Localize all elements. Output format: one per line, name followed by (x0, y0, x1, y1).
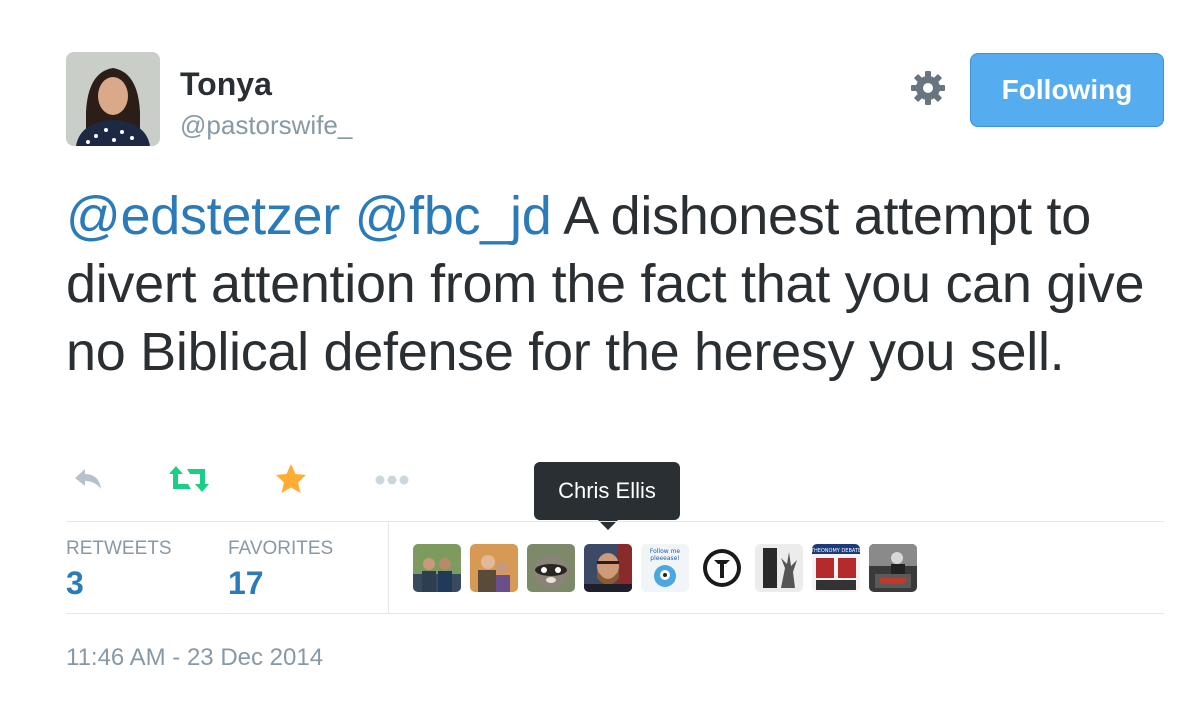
favoriter-avatar[interactable]: Follow me pleeease! (641, 544, 689, 592)
divider (66, 521, 1164, 522)
tweet-timestamp[interactable]: 11:46 AM - 23 Dec 2014 (66, 644, 323, 672)
favoriter-avatar[interactable] (755, 544, 803, 592)
favoriter-avatar[interactable] (527, 544, 575, 592)
favorites-count[interactable]: 17 (228, 565, 264, 602)
retweets-count[interactable]: 3 (66, 565, 84, 602)
svg-text:pleeease!: pleeease! (650, 555, 679, 562)
favoriter-avatar[interactable] (869, 544, 917, 592)
favorite-star-icon[interactable] (274, 462, 308, 501)
following-button[interactable]: Following (970, 53, 1164, 127)
svg-text:THEONOMY DEBATE: THEONOMY DEBATE (812, 548, 860, 554)
retweet-icon[interactable] (168, 462, 210, 501)
user-display-name[interactable]: Tonya (180, 66, 272, 103)
svg-text:Follow me: Follow me (650, 548, 681, 555)
mention-link[interactable]: @edstetzer (66, 186, 340, 246)
mention-link[interactable]: @fbc_jd (355, 186, 552, 246)
reply-icon[interactable] (72, 462, 106, 501)
divider (388, 522, 389, 613)
tweet-text: @edstetzer @fbc_jd A dishonest attempt t… (66, 182, 1156, 386)
profile-avatar[interactable] (66, 52, 160, 146)
retweets-label: RETWEETS (66, 538, 172, 559)
user-handle[interactable]: @pastorswife_ (180, 110, 352, 141)
more-options-icon[interactable] (372, 462, 412, 501)
favorites-label: FAVORITES (228, 538, 334, 559)
favoriter-avatar[interactable] (470, 544, 518, 592)
favoriter-avatar[interactable] (698, 544, 746, 592)
favoriter-avatar[interactable]: THEONOMY DEBATE (812, 544, 860, 592)
user-tooltip: Chris Ellis (534, 462, 680, 520)
favoriter-avatar[interactable] (584, 544, 632, 592)
gear-icon[interactable] (908, 68, 948, 108)
favoriter-avatar[interactable] (413, 544, 461, 592)
divider (66, 613, 1164, 614)
